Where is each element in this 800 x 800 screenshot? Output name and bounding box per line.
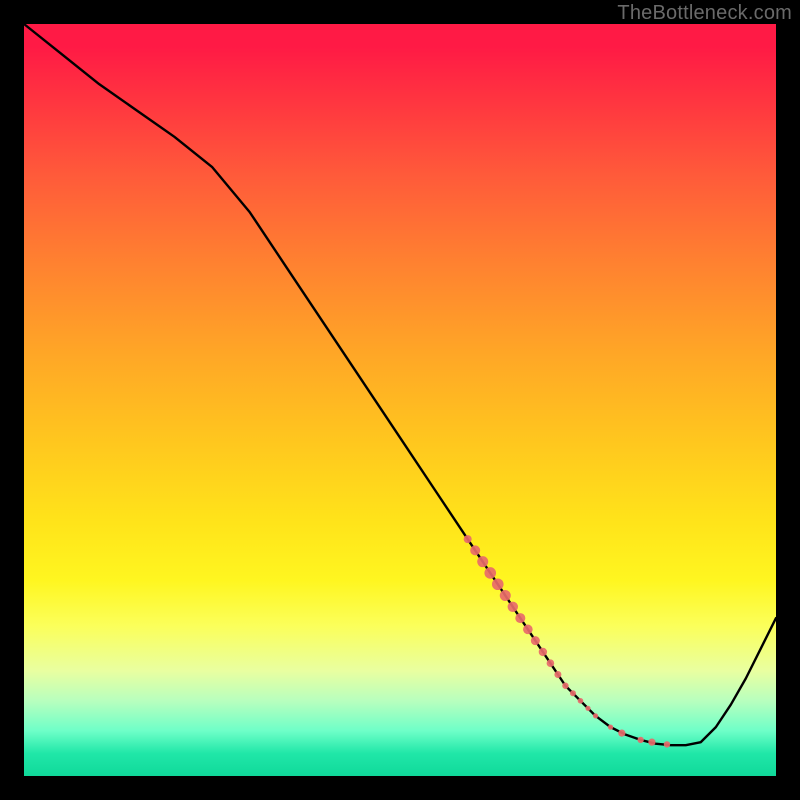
- curve-marker: [664, 741, 670, 747]
- chart-svg: [24, 24, 776, 776]
- curve-marker: [578, 698, 584, 704]
- chart-frame: [24, 24, 776, 776]
- curve-marker: [554, 671, 561, 678]
- curve-marker: [470, 545, 480, 555]
- curve-markers: [464, 535, 670, 748]
- curve-marker: [508, 602, 518, 612]
- curve-marker: [648, 739, 655, 746]
- curve-marker: [570, 690, 576, 696]
- curve-marker: [618, 730, 625, 737]
- curve-marker: [492, 578, 504, 590]
- curve-marker: [477, 556, 488, 567]
- curve-marker: [500, 590, 511, 601]
- curve-marker: [539, 648, 547, 656]
- curve-marker: [515, 613, 525, 623]
- curve-marker: [464, 535, 472, 543]
- curve-marker: [608, 725, 613, 730]
- curve-marker: [593, 713, 598, 718]
- curve-marker: [562, 683, 568, 689]
- bottleneck-curve: [24, 24, 776, 745]
- curve-marker: [484, 567, 496, 579]
- curve-marker: [637, 737, 643, 743]
- curve-marker: [523, 625, 533, 635]
- curve-marker: [531, 636, 540, 645]
- watermark-text: TheBottleneck.com: [617, 2, 792, 25]
- curve-marker: [585, 706, 590, 711]
- curve-marker: [547, 659, 555, 667]
